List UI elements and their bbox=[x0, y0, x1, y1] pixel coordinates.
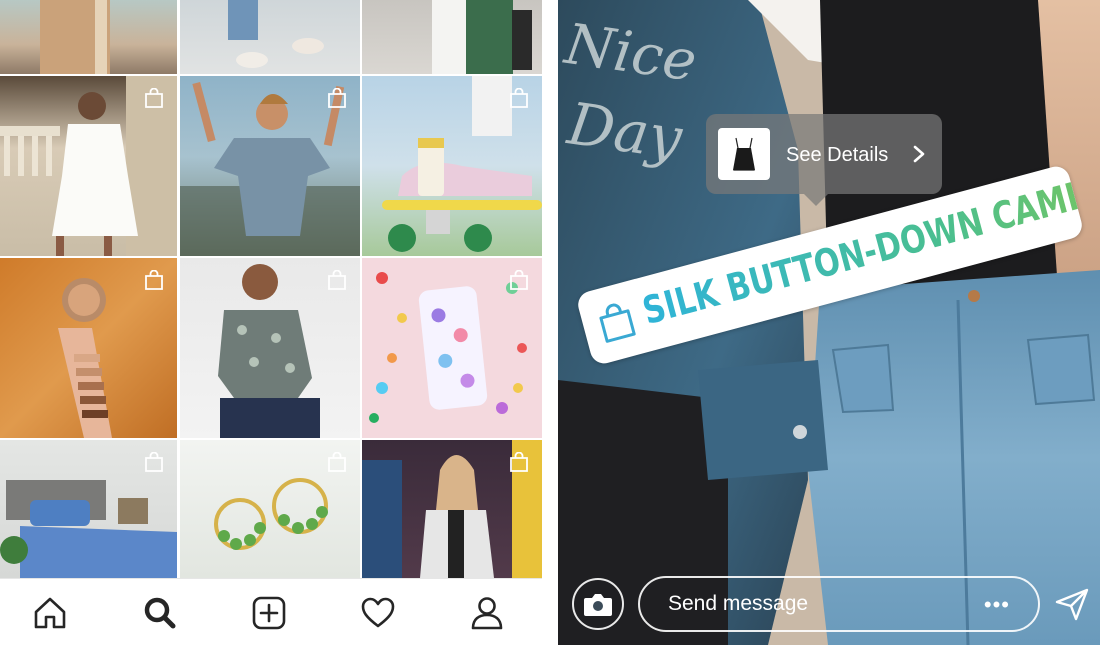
explore-screen bbox=[0, 0, 542, 645]
shopping-bag-icon bbox=[328, 452, 346, 472]
screen-divider bbox=[542, 0, 558, 645]
tile-sneakers-walk[interactable] bbox=[180, 0, 360, 74]
shopping-bag-icon bbox=[510, 270, 528, 290]
new-post-icon bbox=[252, 596, 286, 630]
tab-profile[interactable] bbox=[467, 593, 507, 633]
tab-activity[interactable] bbox=[358, 593, 398, 633]
more-options-icon[interactable]: ••• bbox=[984, 592, 1010, 618]
tab-home[interactable] bbox=[30, 593, 70, 633]
profile-icon bbox=[471, 597, 503, 630]
shopping-bag-icon bbox=[145, 270, 163, 290]
send-message-input[interactable]: Send message ••• bbox=[638, 576, 1040, 632]
shopping-bag-icon bbox=[145, 88, 163, 108]
tile-arcade-jacket[interactable] bbox=[362, 440, 542, 578]
chevron-right-icon bbox=[913, 145, 925, 163]
tile-floral-shirt[interactable] bbox=[180, 258, 360, 438]
shopping-bag-icon bbox=[510, 452, 528, 472]
tile-phone-case[interactable] bbox=[362, 258, 542, 438]
search-icon bbox=[144, 597, 176, 629]
see-details-label: See Details bbox=[786, 144, 889, 166]
camera-button[interactable] bbox=[572, 578, 624, 630]
product-thumbnail bbox=[718, 128, 770, 180]
tile-trench-coat[interactable] bbox=[0, 0, 177, 74]
shopping-bag-icon bbox=[599, 303, 636, 343]
shopping-bag-icon bbox=[328, 270, 346, 290]
story-screen: Nice Day See Details SILK BUTTON-DOWN CA… bbox=[558, 0, 1100, 645]
tile-makeup-swatch[interactable] bbox=[0, 258, 177, 438]
tooltip-pointer bbox=[804, 194, 828, 206]
home-icon bbox=[34, 597, 66, 629]
tab-search[interactable] bbox=[140, 593, 180, 633]
send-message-placeholder: Send message bbox=[668, 592, 809, 615]
explore-grid bbox=[0, 0, 542, 578]
send-icon[interactable] bbox=[1054, 586, 1090, 622]
tile-white-dress[interactable] bbox=[0, 76, 177, 256]
see-details-tooltip[interactable]: See Details bbox=[706, 114, 942, 194]
tab-new-post[interactable] bbox=[249, 593, 289, 633]
bottom-tab-bar bbox=[0, 578, 542, 645]
tile-blue-bedding[interactable] bbox=[0, 440, 177, 578]
shopping-bag-icon bbox=[145, 452, 163, 472]
shopping-bag-icon bbox=[510, 88, 528, 108]
camera-icon bbox=[584, 594, 612, 616]
heart-icon bbox=[361, 597, 395, 628]
tile-green-earrings[interactable] bbox=[180, 440, 360, 578]
shopping-bag-icon bbox=[328, 88, 346, 108]
tile-green-jacket[interactable] bbox=[362, 0, 542, 74]
tile-blue-blouse[interactable] bbox=[180, 76, 360, 256]
tile-skateboard-sneaker[interactable] bbox=[362, 76, 542, 256]
